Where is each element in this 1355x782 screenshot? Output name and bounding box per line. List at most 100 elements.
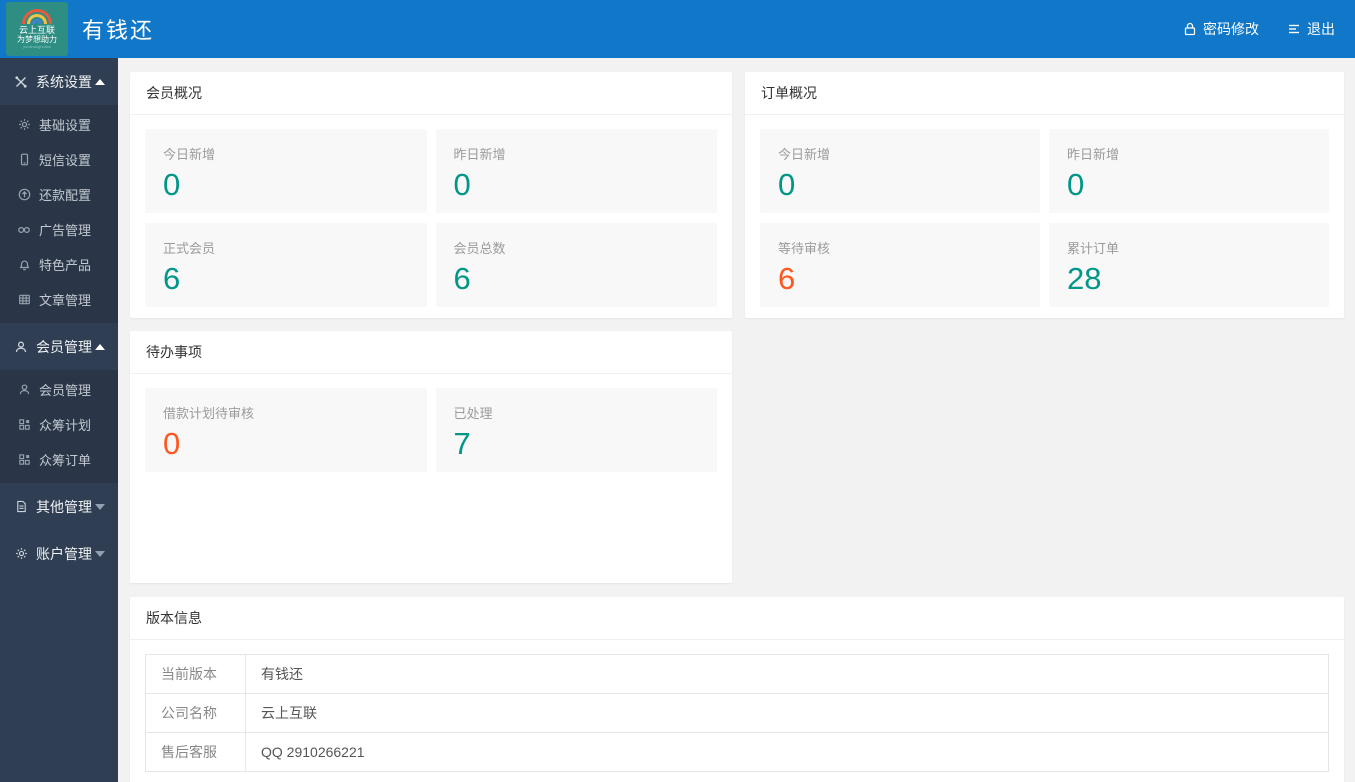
- sidebar-item-label: 会员管理: [39, 383, 92, 398]
- stat-label: 借款计划待审核: [163, 406, 255, 421]
- table-icon: [17, 293, 31, 307]
- logo-text-line2: 为梦想助力: [17, 34, 57, 44]
- version-row-label: 公司名称: [145, 693, 246, 733]
- todo-row: 待办事项 借款计划待审核 0 已处理 7: [130, 331, 1344, 583]
- stat-value: 7: [453, 426, 471, 461]
- sidebar-section-label: 账户管理: [36, 545, 92, 562]
- sidebar-item-crowdfunding-plan[interactable]: 众筹计划: [0, 407, 118, 442]
- sidebar-section-other-management[interactable]: 其他管理: [0, 483, 118, 530]
- company-logo: 云上互联 为梦想助力 yunshanghulian: [6, 2, 68, 56]
- rainbow-icon: [22, 8, 52, 24]
- sidebar-item-repayment-config[interactable]: 还款配置: [0, 177, 118, 212]
- sidebar-item-basic-settings[interactable]: 基础设置: [0, 107, 118, 142]
- stat-label: 今日新增: [778, 147, 831, 162]
- stat-label: 今日新增: [163, 147, 216, 162]
- tools-icon: [14, 75, 28, 89]
- sidebar-item-label: 文章管理: [39, 293, 92, 308]
- sidebar-item-ad-management[interactable]: 广告管理: [0, 212, 118, 247]
- table-row: 当前版本 有钱还: [145, 654, 1329, 694]
- order-overview-title: 订单概况: [745, 72, 1344, 115]
- stat-member-formal: 正式会员 6: [145, 223, 427, 307]
- blocks-icon: [17, 418, 31, 432]
- stat-member-today-new: 今日新增 0: [145, 129, 427, 213]
- caret-up-icon: [95, 78, 105, 85]
- sidebar-item-label: 众筹订单: [39, 453, 92, 468]
- logo-text-line1: 云上互联: [18, 24, 55, 35]
- stat-order-pending-review: 等待审核 6: [760, 223, 1040, 307]
- member-overview-title: 会员概况: [130, 72, 732, 115]
- stat-label: 正式会员: [163, 241, 216, 256]
- logout-label: 退出: [1307, 21, 1335, 37]
- stat-value: 6: [163, 261, 181, 296]
- sidebar-item-label: 基础设置: [39, 118, 92, 133]
- version-row-value: QQ 2910266221: [245, 732, 1329, 772]
- stat-value: 28: [1067, 261, 1102, 296]
- file-icon: [14, 500, 28, 514]
- todo-card: 待办事项 借款计划待审核 0 已处理 7: [130, 331, 732, 583]
- version-info-card: 版本信息 当前版本 有钱还 公司名称 云上互联 售后客服 QQ 29102662…: [130, 597, 1344, 782]
- sidebar-section-label: 会员管理: [36, 338, 92, 355]
- app-title: 有钱还: [82, 18, 155, 43]
- overview-row: 会员概况 今日新增 0 昨日新增 0 正式会员 6 会员总数 6 订单概况 今日…: [130, 72, 1344, 318]
- logout-button[interactable]: 退出: [1287, 19, 1335, 39]
- stat-value: 0: [163, 167, 181, 202]
- version-row-label: 售后客服: [145, 732, 246, 772]
- sidebar-item-label: 短信设置: [39, 153, 92, 168]
- stat-value: 6: [778, 261, 796, 296]
- stat-value: 0: [453, 167, 471, 202]
- user-icon: [14, 340, 28, 354]
- caret-down-icon: [95, 550, 105, 557]
- stat-order-total: 累计订单 28: [1049, 223, 1329, 307]
- sidebar-item-member-management[interactable]: 会员管理: [0, 372, 118, 407]
- table-row: 公司名称 云上互联: [145, 693, 1329, 733]
- gear-icon: [17, 118, 31, 132]
- sidebar-section-account-management[interactable]: 账户管理: [0, 530, 118, 577]
- sidebar: 系统设置 基础设置 短信设置 还款配置 广告管理 特色产品 文章管理 会员管理 …: [0, 58, 118, 782]
- top-header-bar: 云上互联 为梦想助力 yunshanghulian 有钱还 密码修改 退出: [0, 0, 1355, 58]
- stat-member-total: 会员总数 6: [435, 223, 717, 307]
- stat-label: 已处理: [453, 406, 493, 421]
- sidebar-item-label: 广告管理: [39, 223, 92, 238]
- stat-label: 昨日新增: [1067, 147, 1120, 162]
- change-password-button[interactable]: 密码修改: [1183, 19, 1259, 39]
- stat-value: 6: [453, 261, 471, 296]
- sidebar-item-label: 众筹计划: [39, 418, 92, 433]
- version-row: 版本信息 当前版本 有钱还 公司名称 云上互联 售后客服 QQ 29102662…: [130, 597, 1344, 782]
- sidebar-item-label: 还款配置: [39, 188, 92, 203]
- stat-value: 0: [778, 167, 796, 202]
- system-settings-submenu: 基础设置 短信设置 还款配置 广告管理 特色产品 文章管理: [0, 105, 118, 323]
- stat-value: 0: [1067, 167, 1085, 202]
- app-window: 云上互联 为梦想助力 yunshanghulian 有钱还 密码修改 退出 系统…: [0, 0, 1355, 782]
- version-row-value: 云上互联: [245, 693, 1329, 733]
- main-content: 会员概况 今日新增 0 昨日新增 0 正式会员 6 会员总数 6 订单概况 今日…: [118, 58, 1355, 782]
- sidebar-section-member-management[interactable]: 会员管理: [0, 323, 118, 370]
- version-row-value: 有钱还: [245, 654, 1329, 694]
- sidebar-item-sms-settings[interactable]: 短信设置: [0, 142, 118, 177]
- sidebar-section-label: 其他管理: [36, 498, 92, 515]
- stat-label: 昨日新增: [453, 147, 506, 162]
- order-overview-card: 订单概况 今日新增 0 昨日新增 0 等待审核 6 累计订单 28: [745, 72, 1344, 318]
- stat-processed: 已处理 7: [435, 388, 717, 472]
- stat-label: 累计订单: [1067, 241, 1120, 256]
- stat-value: 0: [163, 426, 181, 461]
- sidebar-item-article-management[interactable]: 文章管理: [0, 282, 118, 317]
- stat-label: 等待审核: [778, 241, 831, 256]
- topbar-actions: 密码修改 退出: [1183, 19, 1335, 39]
- sidebar-section-system-settings[interactable]: 系统设置: [0, 58, 118, 105]
- gear-icon: [14, 547, 28, 561]
- phone-icon: [17, 153, 31, 167]
- sidebar-item-label: 特色产品: [39, 258, 92, 273]
- sidebar-section-label: 系统设置: [36, 73, 92, 90]
- version-info-title: 版本信息: [130, 597, 1344, 640]
- blocks-icon: [17, 453, 31, 467]
- stat-order-today-new: 今日新增 0: [760, 129, 1040, 213]
- user-outline-icon: [17, 383, 31, 397]
- member-overview-card: 会员概况 今日新增 0 昨日新增 0 正式会员 6 会员总数 6: [130, 72, 732, 318]
- table-row: 售后客服 QQ 2910266221: [145, 732, 1329, 772]
- sidebar-item-crowdfunding-orders[interactable]: 众筹订单: [0, 442, 118, 477]
- stat-member-yesterday-new: 昨日新增 0: [435, 129, 717, 213]
- member-management-submenu: 会员管理 众筹计划 众筹订单: [0, 370, 118, 483]
- stat-order-yesterday-new: 昨日新增 0: [1049, 129, 1329, 213]
- todo-title: 待办事项: [130, 331, 732, 374]
- sidebar-item-featured-products[interactable]: 特色产品: [0, 247, 118, 282]
